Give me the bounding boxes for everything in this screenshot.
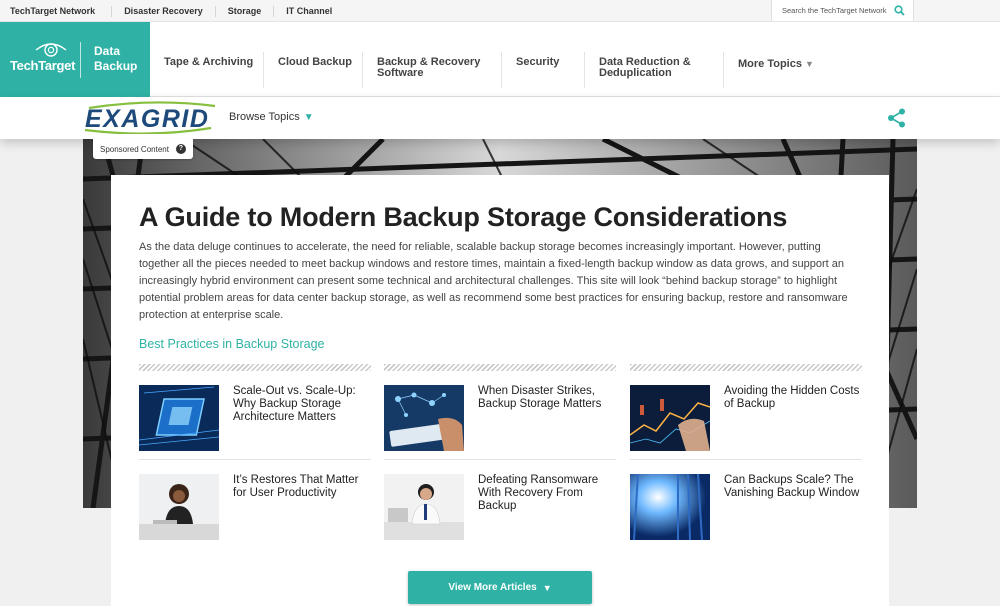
article-column: Avoiding the Hidden Costs of Backup Can … [630, 364, 862, 553]
network-links: TechTarget Network Disaster Recovery Sto… [10, 0, 344, 22]
exagrid-logo[interactable]: EXAGRID [83, 100, 219, 134]
nav-item-cloud-backup[interactable]: Cloud Backup [264, 22, 362, 97]
article-card[interactable]: It’s Restores That Matter for User Produ… [139, 459, 371, 553]
datacenter-light-image[interactable] [630, 474, 710, 540]
brand-section-line2: Backup [94, 59, 138, 73]
nav-item-label: Tape & Archiving [164, 56, 254, 68]
nav-item-data-reduction[interactable]: Data Reduction & Deduplication [585, 22, 723, 97]
article-card[interactable]: Avoiding the Hidden Costs of Backup [630, 371, 862, 459]
brand-section-line1: Data [94, 44, 121, 58]
article-card[interactable]: When Disaster Strikes, Backup Storage Ma… [384, 371, 616, 459]
network-link-techtarget[interactable]: TechTarget Network [10, 6, 111, 17]
sponsor-bar: EXAGRID Browse Topics ▼ [0, 97, 1000, 139]
network-search-input[interactable]: Search the TechTarget Network [771, 0, 914, 21]
nav-item-backup-recovery-software[interactable]: Backup & Recovery Software [363, 22, 501, 97]
article-title[interactable]: Avoiding the Hidden Costs of Backup [724, 385, 860, 411]
network-link-it-channel[interactable]: IT Channel [273, 5, 344, 17]
article-column: Scale-Out vs. Scale-Up: Why Backup Stora… [139, 364, 371, 553]
finance-chart-image[interactable] [630, 385, 710, 451]
caret-down-icon: ▼ [542, 582, 552, 593]
techtarget-eye-icon [35, 43, 67, 57]
hatch-divider [630, 364, 862, 371]
network-link-disaster-recovery[interactable]: Disaster Recovery [111, 5, 215, 17]
nav-item-label: More Topics [738, 58, 802, 70]
nav-item-label-line2: Software [377, 67, 424, 79]
view-more-articles-button[interactable]: View More Articles ▼ [408, 571, 592, 604]
man-desk-image[interactable] [384, 474, 464, 540]
content-card: A Guide to Modern Backup Storage Conside… [111, 175, 889, 606]
view-more-label: View More Articles [448, 582, 537, 593]
nav-item-more-topics[interactable]: More Topics ▼ [724, 22, 824, 97]
nav-item-security[interactable]: Security [502, 22, 584, 97]
tablet-network-image[interactable] [384, 385, 464, 451]
help-icon[interactable]: ? [175, 144, 186, 154]
nav-item-label: Cloud Backup [278, 56, 352, 68]
section-title: Best Practices in Backup Storage [139, 337, 325, 351]
exagrid-logo-text: EXAGRID [85, 105, 209, 133]
sponsored-content-badge[interactable]: Sponsored Content ? [93, 139, 193, 159]
article-card[interactable]: Scale-Out vs. Scale-Up: Why Backup Stora… [139, 371, 371, 459]
intro-paragraph: As the data deluge continues to accelera… [139, 241, 848, 321]
article-title[interactable]: Defeating Ransomware With Recovery From … [478, 474, 614, 513]
circuit-chip-image[interactable] [139, 385, 219, 451]
network-bar: TechTarget Network Disaster Recovery Sto… [0, 0, 1000, 22]
browse-topics-dropdown[interactable]: Browse Topics ▼ [229, 111, 314, 123]
nav-item-tape-archiving[interactable]: Tape & Archiving [150, 22, 263, 97]
search-placeholder: Search the TechTarget Network [782, 6, 887, 15]
browse-topics-label: Browse Topics [229, 111, 300, 123]
article-card[interactable]: Can Backups Scale? The Vanishing Backup … [630, 459, 862, 553]
article-column: When Disaster Strikes, Backup Storage Ma… [384, 364, 616, 553]
share-icon[interactable] [886, 107, 908, 129]
search-icon[interactable] [894, 5, 905, 16]
brand-logo-text: TechTarget [10, 58, 76, 73]
article-title[interactable]: When Disaster Strikes, Backup Storage Ma… [478, 385, 614, 411]
brand-section-name: Data Backup [94, 44, 137, 74]
article-title[interactable]: It’s Restores That Matter for User Produ… [233, 474, 369, 500]
brand-logo[interactable]: TechTarget Data Backup [0, 22, 150, 97]
caret-down-icon: ▼ [804, 59, 814, 69]
nav-item-label: Security [516, 56, 560, 68]
caret-down-icon: ▼ [303, 112, 314, 123]
brand-divider [80, 42, 81, 78]
article-title[interactable]: Can Backups Scale? The Vanishing Backup … [724, 474, 860, 500]
woman-laptop-image[interactable] [139, 474, 219, 540]
network-link-storage[interactable]: Storage [214, 5, 274, 17]
page-title: A Guide to Modern Backup Storage Conside… [139, 202, 788, 232]
hatch-divider [384, 364, 616, 371]
site-header: TechTarget Data Backup Tape & Archiving … [0, 22, 1000, 97]
article-title[interactable]: Scale-Out vs. Scale-Up: Why Backup Stora… [233, 385, 369, 424]
sponsored-content-label: Sponsored Content [100, 144, 169, 154]
article-card[interactable]: Defeating Ransomware With Recovery From … [384, 459, 616, 553]
hatch-divider [139, 364, 371, 371]
nav-item-label-line2: Deduplication [599, 67, 672, 79]
